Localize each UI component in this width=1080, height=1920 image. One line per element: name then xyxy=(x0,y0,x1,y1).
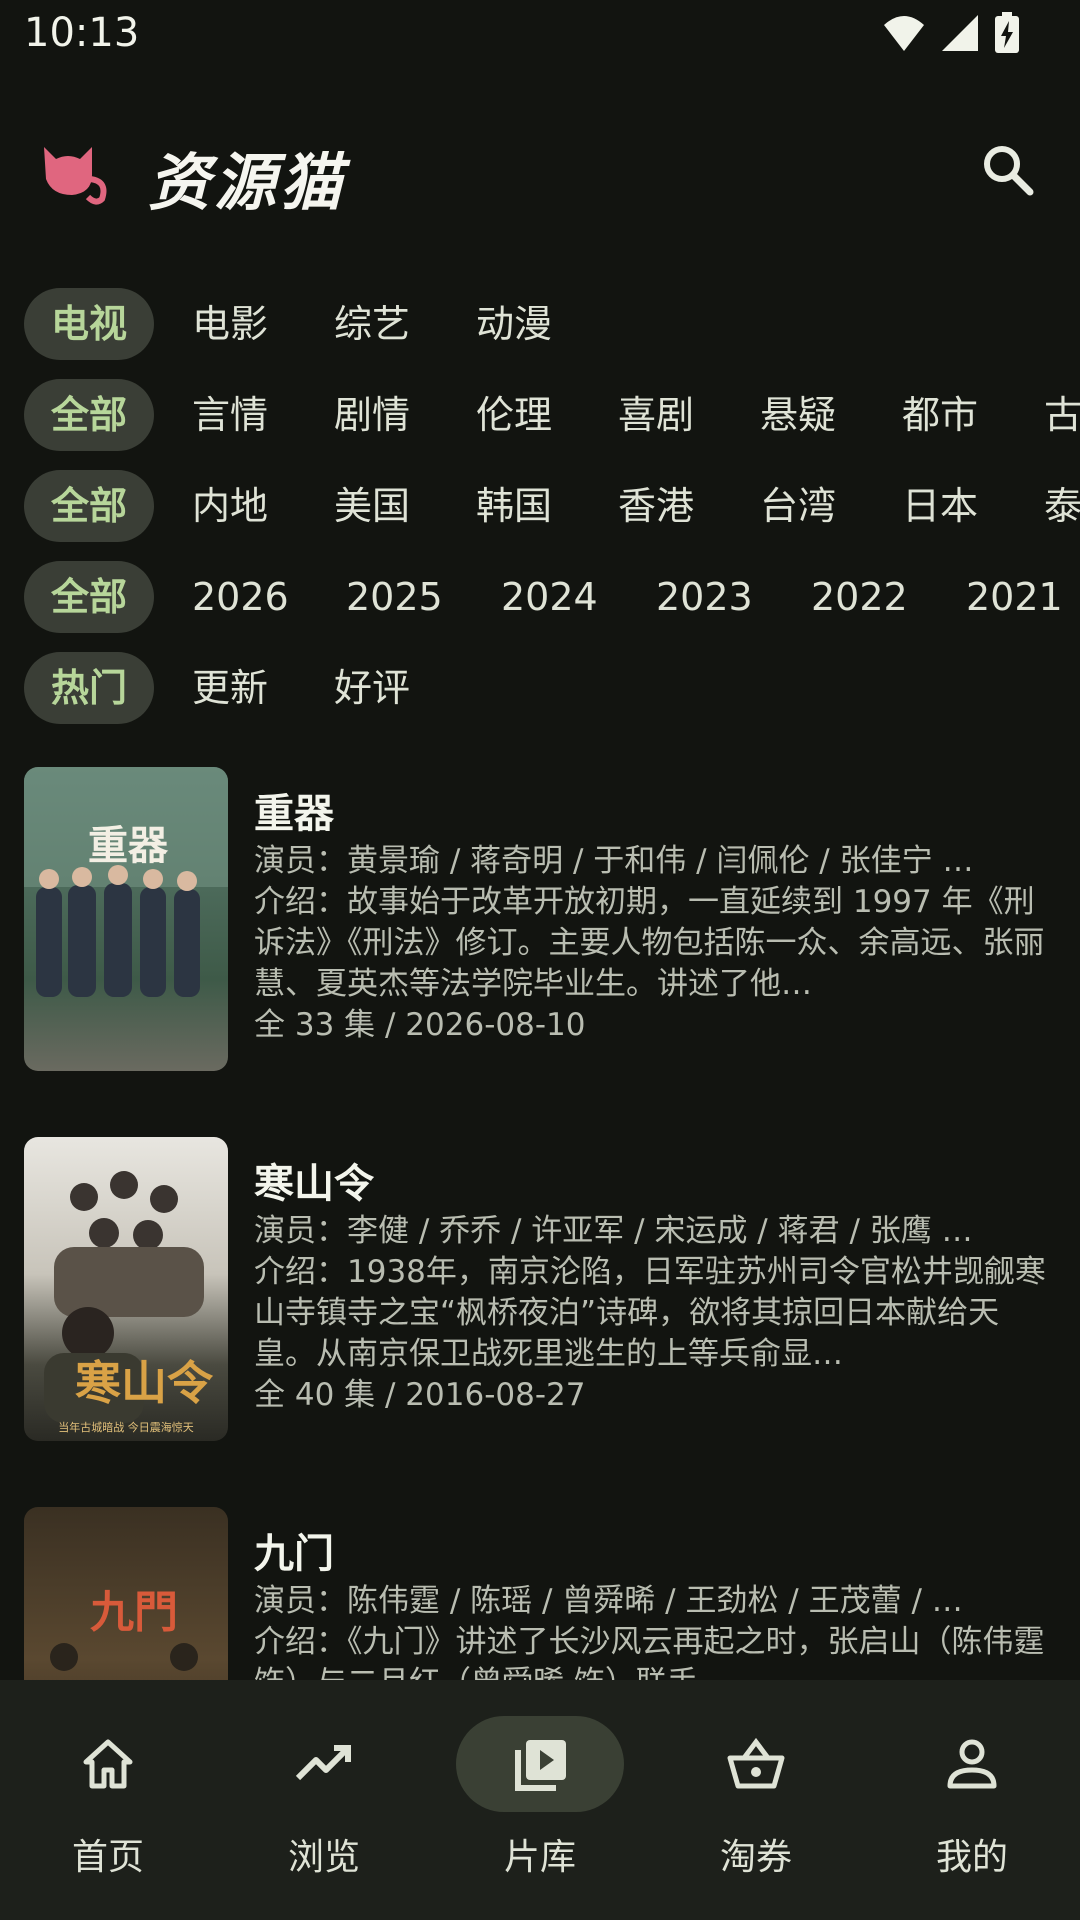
region-filter-row: 全部 内地 美国 韩国 香港 台湾 日本 泰 xyxy=(0,470,1080,544)
region-chip-selected[interactable]: 全部 xyxy=(24,470,154,542)
item-info: 寒山令 演员：李健 / 乔乔 / 许亚军 / 宋运成 / 蒋君 / 张鹰 … 介… xyxy=(254,1159,1054,1416)
nav-library[interactable]: 片库 xyxy=(432,1680,648,1920)
list-item[interactable]: 寒山令 当年古城暗战 今日震海惊天 寒山令 演员：李健 / 乔乔 / 许亚军 /… xyxy=(0,1137,1080,1441)
nav-browse[interactable]: 浏览 xyxy=(216,1680,432,1920)
item-actors: 演员：李健 / 乔乔 / 许亚军 / 宋运成 / 蒋君 / 张鹰 … xyxy=(254,1213,973,1249)
poster-figures: 寒山令 当年古城暗战 今日震海惊天 xyxy=(44,1171,214,1434)
nav-icon-container xyxy=(456,1716,624,1812)
sort-chip[interactable]: 更新 xyxy=(192,652,268,724)
status-time: 10:13 xyxy=(24,10,140,56)
status-icons xyxy=(882,12,1020,54)
app-bar: 资源猫 xyxy=(0,110,1080,230)
item-info: 重器 演员：黄景瑜 / 蒋奇明 / 于和伟 / 闫佩伦 / 张佳宁 … 介绍：故… xyxy=(254,789,1054,1046)
nav-profile[interactable]: 我的 xyxy=(864,1680,1080,1920)
genre-chip[interactable]: 喜剧 xyxy=(618,379,694,451)
nav-label: 淘券 xyxy=(719,1837,792,1878)
genre-chip-selected[interactable]: 全部 xyxy=(24,379,154,451)
search-icon[interactable] xyxy=(978,140,1038,200)
year-chip-selected[interactable]: 全部 xyxy=(24,561,154,633)
type-chip[interactable]: 综艺 xyxy=(334,288,410,360)
genre-filter-row: 全部 言情 剧情 伦理 喜剧 悬疑 都市 古 xyxy=(0,379,1080,453)
nav-icon-container xyxy=(240,1716,408,1812)
type-chip[interactable]: 电影 xyxy=(192,288,268,360)
year-chip[interactable]: 2021 xyxy=(966,561,1063,633)
item-intro: 介绍：1938年，南京沦陷，日军驻苏州司令官松井觊觎寒山寺镇寺之宝“枫桥夜泊”诗… xyxy=(254,1254,1046,1372)
cat-logo-icon xyxy=(44,147,107,205)
type-filter-row: 电视 电影 综艺 动漫 xyxy=(0,288,1080,362)
genre-chip[interactable]: 悬疑 xyxy=(760,379,836,451)
type-chip[interactable]: 动漫 xyxy=(476,288,552,360)
genre-chip[interactable]: 伦理 xyxy=(476,379,552,451)
type-chip-selected[interactable]: 电视 xyxy=(24,288,154,360)
region-chip[interactable]: 美国 xyxy=(334,470,410,542)
nav-home[interactable]: 首页 xyxy=(0,1680,216,1920)
item-title: 寒山令 xyxy=(254,1161,374,1207)
trending-icon xyxy=(295,1745,351,1781)
nav-label: 浏览 xyxy=(287,1837,360,1878)
item-actors: 演员：陈伟霆 / 陈瑶 / 曾舜晞 / 王劲松 / 王茂蕾 / … xyxy=(254,1583,963,1619)
battery-icon xyxy=(995,12,1019,53)
genre-chip[interactable]: 言情 xyxy=(192,379,268,451)
app-title: 资源猫 xyxy=(148,146,347,219)
poster-title-text: 寒山令 xyxy=(75,1356,214,1410)
item-intro: 介绍：故事始于改革开放初期，一直延续到 1997 年《刑诉法》《刑法》修订。主要… xyxy=(254,884,1045,1002)
poster-image: 重器 xyxy=(24,767,228,1071)
nav-coupons[interactable]: 淘券 xyxy=(648,1680,864,1920)
region-chip[interactable]: 香港 xyxy=(618,470,694,542)
genre-chip[interactable]: 都市 xyxy=(902,379,978,451)
nav-label: 片库 xyxy=(503,1837,576,1878)
poster-image: 寒山令 当年古城暗战 今日震海惊天 xyxy=(24,1137,228,1441)
year-filter-row: 全部 2026 2025 2024 2023 2022 2021 xyxy=(0,561,1080,635)
region-chip[interactable]: 泰 xyxy=(1044,470,1080,542)
genre-chip[interactable]: 古 xyxy=(1044,379,1080,451)
list-item[interactable]: 重器 重器 演员：黄景瑜 / 蒋奇明 / 于和伟 / 闫佩伦 / 张佳宁 … 介… xyxy=(0,767,1080,1071)
video-library-icon xyxy=(515,1740,566,1791)
item-info: 九门 演员：陈伟霆 / 陈瑶 / 曾舜晞 / 王劲松 / 王茂蕾 / … 介绍：… xyxy=(254,1529,1054,1704)
nav-label: 首页 xyxy=(71,1837,144,1878)
genre-chip[interactable]: 剧情 xyxy=(334,379,410,451)
year-chip[interactable]: 2022 xyxy=(811,561,908,633)
region-chip[interactable]: 日本 xyxy=(902,470,978,542)
sort-chip[interactable]: 好评 xyxy=(334,652,410,724)
year-chip[interactable]: 2024 xyxy=(501,561,598,633)
nav-icon-container xyxy=(888,1716,1056,1812)
sort-filter-row: 热门 更新 好评 xyxy=(0,652,1080,726)
item-actors: 演员：黄景瑜 / 蒋奇明 / 于和伟 / 闫佩伦 / 张佳宁 … xyxy=(254,843,974,879)
region-chip[interactable]: 内地 xyxy=(192,470,268,542)
signal-icon xyxy=(942,15,978,51)
home-icon xyxy=(83,1739,133,1789)
item-title: 重器 xyxy=(254,791,334,837)
year-chip[interactable]: 2026 xyxy=(192,561,289,633)
status-bar: 10:13 xyxy=(0,0,1080,72)
poster-caption-text: 当年古城暗战 今日震海惊天 xyxy=(58,1420,194,1434)
nav-icon-container xyxy=(672,1716,840,1812)
year-chip[interactable]: 2025 xyxy=(346,561,443,633)
poster-title-text: 重器 xyxy=(88,822,169,869)
region-chip[interactable]: 台湾 xyxy=(760,470,836,542)
poster-figures: 重器 xyxy=(24,767,228,997)
item-meta: 全 33 集 / 2026-08-10 xyxy=(254,1007,586,1043)
region-chip[interactable]: 韩国 xyxy=(476,470,552,542)
nav-label: 我的 xyxy=(935,1837,1008,1878)
sort-chip-selected[interactable]: 热门 xyxy=(24,652,154,724)
basket-icon xyxy=(727,1737,785,1789)
bottom-navigation: 首页 浏览 片库 淘券 我的 xyxy=(0,1680,1080,1920)
nav-icon-container xyxy=(24,1716,192,1812)
item-meta: 全 40 集 / 2016-08-27 xyxy=(254,1377,586,1413)
person-icon xyxy=(947,1739,997,1789)
year-chip[interactable]: 2023 xyxy=(656,561,753,633)
poster-title-text: 九門 xyxy=(90,1587,178,1638)
item-title: 九门 xyxy=(254,1531,334,1577)
wifi-icon xyxy=(884,16,924,51)
